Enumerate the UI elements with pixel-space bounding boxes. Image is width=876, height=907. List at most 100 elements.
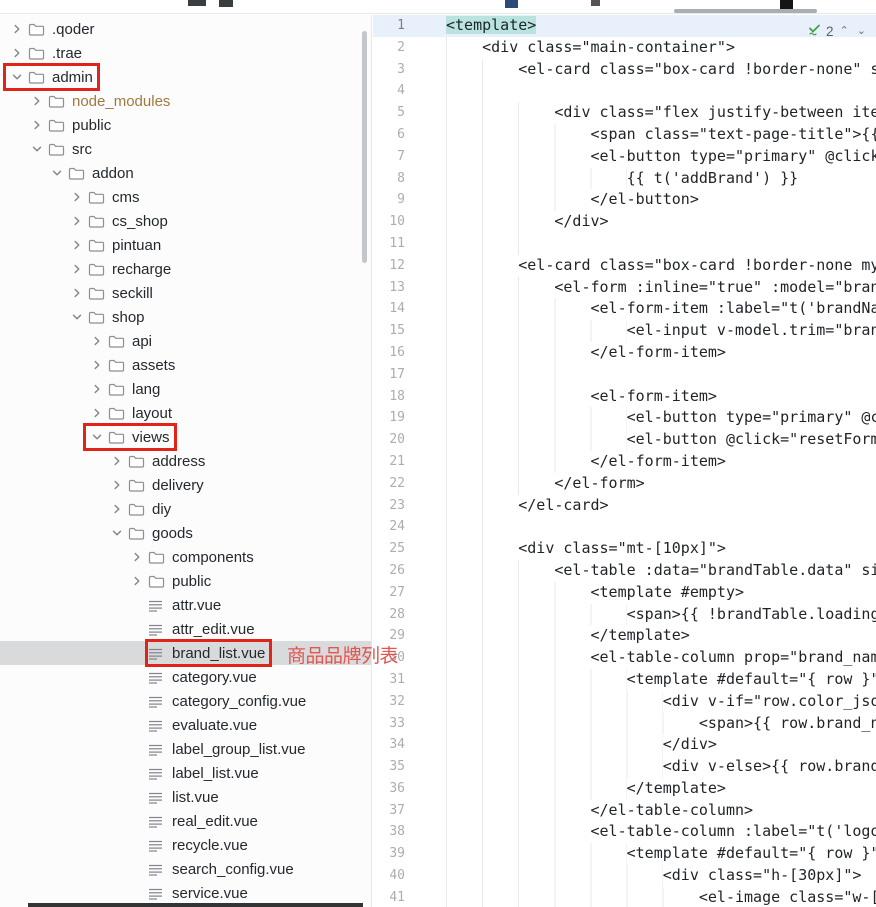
code-editor[interactable]: 2 ⌃ ⌄ 1<template>2<div class="main-conta… <box>373 15 876 907</box>
code-line[interactable]: 11 <box>373 233 876 255</box>
chevron-right-icon[interactable] <box>106 503 128 515</box>
chevron-right-icon[interactable] <box>106 479 128 491</box>
code-line[interactable]: 3<el-card class="box-card !border-none" … <box>373 59 876 81</box>
chevron-right-icon[interactable] <box>6 47 28 59</box>
chevron-down-icon[interactable] <box>26 143 48 155</box>
code-line[interactable]: 20<el-button @click="resetForm(s <box>373 429 876 451</box>
chevron-right-icon[interactable] <box>106 455 128 467</box>
tree-vertical-scrollbar-thumb[interactable] <box>362 31 367 263</box>
chevron-down-icon[interactable] <box>46 167 68 179</box>
tree-item-brand_list.vue[interactable]: brand_list.vue <box>0 641 371 665</box>
code-line[interactable]: 38<el-table-column :label="t('logo') <box>373 821 876 843</box>
tree-item-addon[interactable]: addon <box>0 161 371 185</box>
code-line[interactable]: 35<div v-else>{{ row.brand_n <box>373 756 876 778</box>
code-line[interactable]: 9</el-button> <box>373 189 876 211</box>
chevron-right-icon[interactable] <box>26 119 48 131</box>
chevron-right-icon[interactable] <box>126 575 148 587</box>
tree-item-category_config.vue[interactable]: category_config.vue <box>0 689 371 713</box>
code-line[interactable]: 8{{ t('addBrand') }} <box>373 168 876 190</box>
code-line[interactable]: 30<el-table-column prop="brand_name" <box>373 647 876 669</box>
code-line[interactable]: 7<el-button type="primary" @click="addB <box>373 146 876 168</box>
tree-item-assets[interactable]: assets <box>0 353 371 377</box>
horizontal-scrollbar-thumb[interactable] <box>674 9 817 13</box>
chevron-right-icon[interactable] <box>66 287 88 299</box>
chevron-right-icon[interactable] <box>66 239 88 251</box>
code-line[interactable]: 40<div class="h-[30px]"> <box>373 865 876 887</box>
code-line[interactable]: 15<el-input v-model.trim="brandT <box>373 320 876 342</box>
code-line[interactable]: 37</el-table-column> <box>373 800 876 822</box>
tree-item-list.vue[interactable]: list.vue <box>0 785 371 809</box>
tree-item-category.vue[interactable]: category.vue <box>0 665 371 689</box>
tree-item-cs_shop[interactable]: cs_shop <box>0 209 371 233</box>
chevron-right-icon[interactable] <box>86 407 108 419</box>
tree-item-service.vue[interactable]: service.vue <box>0 881 371 905</box>
tree-item-src[interactable]: src <box>0 137 371 161</box>
code-line[interactable]: 36</template> <box>373 778 876 800</box>
tree-item-shop[interactable]: shop <box>0 305 371 329</box>
code-line[interactable]: 34</div> <box>373 734 876 756</box>
chevron-right-icon[interactable] <box>66 191 88 203</box>
code-line[interactable]: 23</el-card> <box>373 495 876 517</box>
tree-item-pintuan[interactable]: pintuan <box>0 233 371 257</box>
tree-item-evaluate.vue[interactable]: evaluate.vue <box>0 713 371 737</box>
chevron-right-icon[interactable] <box>26 95 48 107</box>
code-line[interactable]: 17 <box>373 364 876 386</box>
code-line[interactable]: 5<div class="flex justify-between items-… <box>373 102 876 124</box>
code-line[interactable]: 22</el-form> <box>373 473 876 495</box>
code-line[interactable]: 41<el-image class="w-[30 <box>373 887 876 907</box>
tree-item-attr.vue[interactable]: attr.vue <box>0 593 371 617</box>
tree-item-cms[interactable]: cms <box>0 185 371 209</box>
tree-item-attr_edit.vue[interactable]: attr_edit.vue <box>0 617 371 641</box>
code-line[interactable]: 26<el-table :data="brandTable.data" size <box>373 560 876 582</box>
tree-item-real_edit.vue[interactable]: real_edit.vue <box>0 809 371 833</box>
tree-item-node_modules[interactable]: node_modules <box>0 89 371 113</box>
tree-item-goods[interactable]: goods <box>0 521 371 545</box>
code-line[interactable]: 32<div v-if="row.color_json" <box>373 691 876 713</box>
tree-item-components[interactable]: components <box>0 545 371 569</box>
chevron-right-icon[interactable] <box>66 215 88 227</box>
chevron-right-icon[interactable] <box>6 23 28 35</box>
code-line[interactable]: 16</el-form-item> <box>373 342 876 364</box>
tree-item-public[interactable]: public <box>0 569 371 593</box>
code-line[interactable]: 29</template> <box>373 625 876 647</box>
tree-item-search_config.vue[interactable]: search_config.vue <box>0 857 371 881</box>
tree-item-label_group_list.vue[interactable]: label_group_list.vue <box>0 737 371 761</box>
chevron-down-icon[interactable] <box>106 527 128 539</box>
code-line[interactable]: 28<span>{{ !brandTable.loading ? <box>373 604 876 626</box>
chevron-down-icon[interactable] <box>86 431 108 443</box>
tree-item-address[interactable]: address <box>0 449 371 473</box>
code-line[interactable]: 39<template #default="{ row }"> <box>373 843 876 865</box>
tree-item-public[interactable]: public <box>0 113 371 137</box>
code-area[interactable]: 1<template>2<div class="main-container">… <box>373 15 876 907</box>
tree-item-recycle.vue[interactable]: recycle.vue <box>0 833 371 857</box>
next-problem-button[interactable]: ⌄ <box>855 26 868 37</box>
chevron-right-icon[interactable] <box>86 335 108 347</box>
chevron-down-icon[interactable] <box>66 311 88 323</box>
code-line[interactable]: 14<el-form-item :label="t('brandName <box>373 298 876 320</box>
code-line[interactable]: 4 <box>373 80 876 102</box>
code-line[interactable]: 13<el-form :inline="true" :model="brandT <box>373 277 876 299</box>
code-line[interactable]: 33<span>{{ row.brand_nam <box>373 713 876 735</box>
tree-item-label_list.vue[interactable]: label_list.vue <box>0 761 371 785</box>
code-line[interactable]: 2<div class="main-container"> <box>373 37 876 59</box>
code-line[interactable]: 1<template> <box>373 15 876 37</box>
code-line[interactable]: 31<template #default="{ row }"> <box>373 669 876 691</box>
code-line[interactable]: 18<el-form-item> <box>373 386 876 408</box>
tree-item-diy[interactable]: diy <box>0 497 371 521</box>
tree-item-api[interactable]: api <box>0 329 371 353</box>
code-line[interactable]: 10</div> <box>373 211 876 233</box>
chevron-right-icon[interactable] <box>86 359 108 371</box>
chevron-right-icon[interactable] <box>86 383 108 395</box>
code-line[interactable]: 6<span class="text-page-title">{{ pageN <box>373 124 876 146</box>
tree-item-.trae[interactable]: .trae <box>0 41 371 65</box>
code-line[interactable]: 24 <box>373 516 876 538</box>
tree-item-recharge[interactable]: recharge <box>0 257 371 281</box>
code-line[interactable]: 12<el-card class="box-card !border-none … <box>373 255 876 277</box>
code-line[interactable]: 27<template #empty> <box>373 582 876 604</box>
tree-item-lang[interactable]: lang <box>0 377 371 401</box>
code-line[interactable]: 25<div class="mt-[10px]"> <box>373 538 876 560</box>
tree-item-views[interactable]: views <box>0 425 371 449</box>
prev-problem-button[interactable]: ⌃ <box>838 26 851 37</box>
tree-item-.qoder[interactable]: .qoder <box>0 17 371 41</box>
tree-item-seckill[interactable]: seckill <box>0 281 371 305</box>
